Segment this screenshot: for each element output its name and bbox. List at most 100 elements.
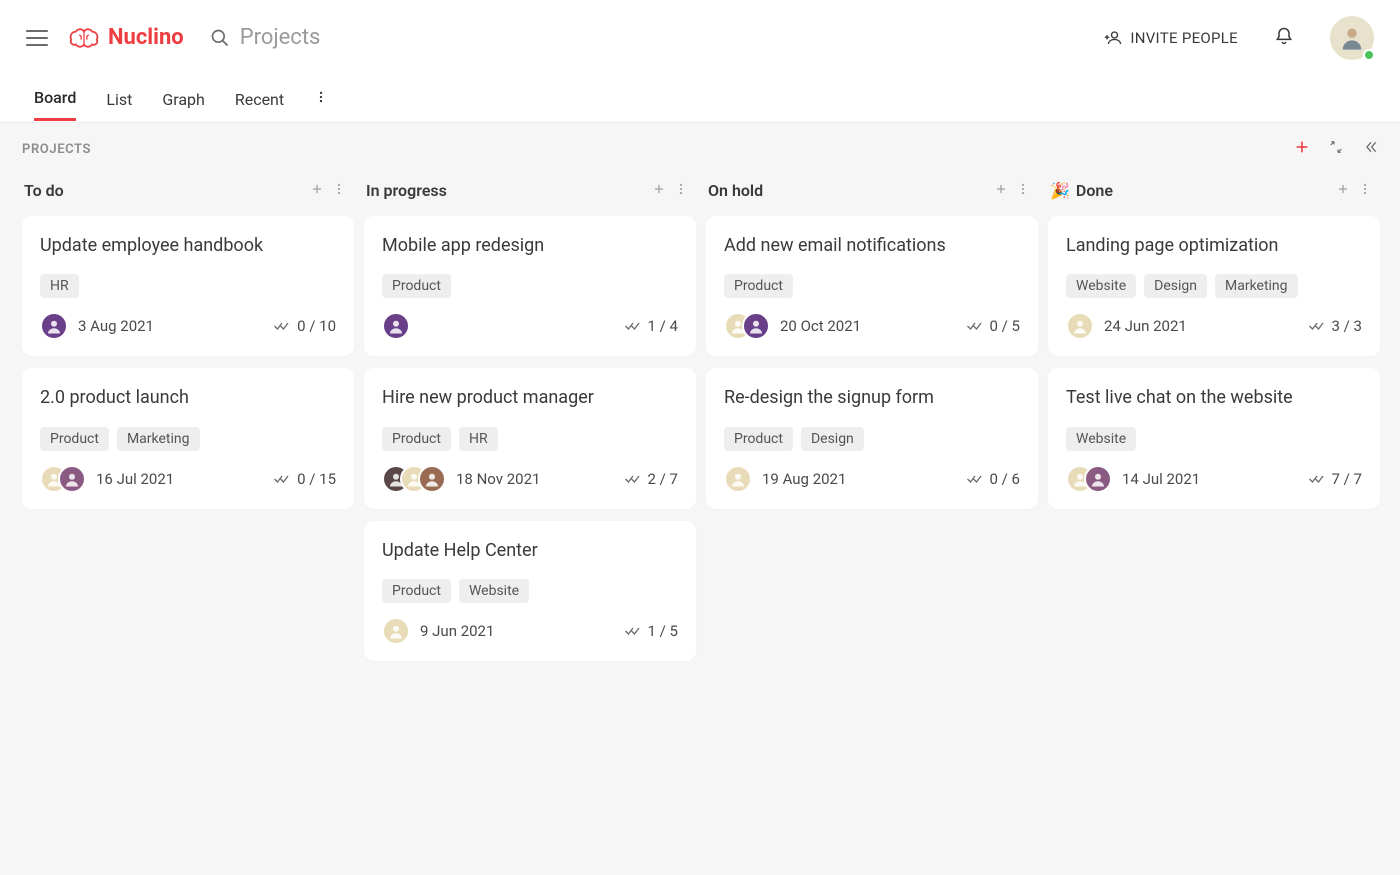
- card-title: Hire new product manager: [382, 386, 678, 410]
- dots-vertical-icon: [674, 182, 688, 196]
- invite-people-button[interactable]: INVITE PEOPLE: [1104, 29, 1238, 47]
- board-card[interactable]: Hire new product managerProductHR18 Nov …: [364, 368, 696, 508]
- card-tag: Website: [1066, 274, 1136, 298]
- column-title-text: On hold: [708, 181, 763, 200]
- card-tag: Product: [382, 274, 451, 298]
- card-progress-text: 0 / 10: [297, 317, 336, 335]
- user-avatar[interactable]: [1330, 16, 1374, 60]
- plus-icon: [652, 182, 666, 196]
- presence-indicator: [1363, 49, 1375, 61]
- column-title: In progress: [366, 181, 447, 200]
- card-tag: Product: [382, 579, 451, 603]
- column-add-card-button[interactable]: [990, 177, 1012, 204]
- person-add-icon: [1104, 29, 1122, 47]
- card-assignees: [40, 312, 68, 340]
- brand-logo[interactable]: Nuclino: [68, 25, 184, 51]
- card-tags: Product Design: [724, 427, 1020, 451]
- card-tag: Marketing: [117, 427, 200, 451]
- board-column: In progressMobile app redesignProduct1 /…: [364, 177, 696, 673]
- brand-name: Nuclino: [108, 25, 184, 50]
- card-progress: 0 / 15: [273, 470, 336, 488]
- card-date: 14 Jul 2021: [1122, 470, 1200, 488]
- assignee-avatar: [58, 465, 86, 493]
- tab-list[interactable]: List: [106, 78, 132, 120]
- card-footer: 18 Nov 2021 2 / 7: [382, 465, 678, 493]
- card-tags: ProductWebsite: [382, 579, 678, 603]
- column-more-button[interactable]: [328, 177, 350, 204]
- column-add-card-button[interactable]: [1332, 177, 1354, 204]
- card-tag: Product: [724, 427, 793, 451]
- add-column-button[interactable]: [1294, 139, 1310, 159]
- assignee-avatar: [742, 312, 770, 340]
- card-progress-text: 2 / 7: [648, 470, 679, 488]
- board-card[interactable]: Mobile app redesignProduct1 / 4: [364, 216, 696, 356]
- card-meta-left: [382, 312, 410, 340]
- card-meta-left: 19 Aug 2021: [724, 465, 846, 493]
- view-tabs: Board List Graph Recent: [0, 75, 1400, 123]
- checklist-icon: [624, 624, 642, 638]
- assignee-avatar: [40, 312, 68, 340]
- card-progress-text: 1 / 4: [648, 317, 679, 335]
- checklist-icon: [273, 472, 291, 486]
- board-header: PROJECTS: [22, 139, 1380, 159]
- card-title: Re-design the signup form: [724, 386, 1020, 410]
- column-header: In progress: [364, 177, 696, 216]
- card-tag: HR: [459, 427, 498, 451]
- card-meta-left: 14 Jul 2021: [1066, 465, 1200, 493]
- tab-recent[interactable]: Recent: [235, 78, 284, 120]
- card-date: 20 Oct 2021: [780, 317, 861, 335]
- board-actions: [1294, 139, 1380, 159]
- assignee-avatar: [382, 312, 410, 340]
- board-card[interactable]: Re-design the signup form Product Design 19…: [706, 368, 1038, 508]
- invite-label: INVITE PEOPLE: [1130, 29, 1238, 47]
- board-card[interactable]: Update employee handbookHR3 Aug 20210 / …: [22, 216, 354, 356]
- checklist-icon: [1308, 319, 1326, 333]
- board-card[interactable]: 2.0 product launchProductMarketing16 Jul…: [22, 368, 354, 508]
- card-progress: 3 / 3: [1308, 317, 1363, 335]
- checklist-icon: [1308, 472, 1326, 486]
- tab-board[interactable]: Board: [34, 76, 76, 121]
- board-card[interactable]: Update Help CenterProductWebsite9 Jun 20…: [364, 521, 696, 661]
- search-input[interactable]: Projects: [210, 25, 321, 50]
- column-header: 🎉Done: [1048, 177, 1380, 216]
- column-more-button[interactable]: [1012, 177, 1034, 204]
- assignee-avatar: [418, 465, 446, 493]
- column-add-card-button[interactable]: [648, 177, 670, 204]
- collapse-button[interactable]: [1328, 139, 1344, 159]
- card-title: 2.0 product launch: [40, 386, 336, 410]
- hamburger-menu-icon[interactable]: [26, 27, 48, 49]
- card-progress: 2 / 7: [624, 470, 679, 488]
- dots-vertical-icon: [1016, 182, 1030, 196]
- plus-icon: [1294, 139, 1310, 155]
- assignee-avatar: [1066, 312, 1094, 340]
- sidebar-collapse-button[interactable]: [1362, 139, 1380, 159]
- assignee-avatar: [724, 465, 752, 493]
- tab-graph[interactable]: Graph: [162, 78, 205, 120]
- column-more-button[interactable]: [1354, 177, 1376, 204]
- card-progress-text: 0 / 6: [990, 470, 1021, 488]
- card-assignees: [724, 465, 752, 493]
- checklist-icon: [624, 472, 642, 486]
- board-column: On hold Add new email notificationsProduc…: [706, 177, 1038, 673]
- brain-icon: [68, 25, 100, 51]
- card-tag: Marketing: [1215, 274, 1298, 298]
- card-date: 9 Jun 2021: [420, 622, 494, 640]
- card-footer: 20 Oct 20210 / 5: [724, 312, 1020, 340]
- card-footer: 16 Jul 20210 / 15: [40, 465, 336, 493]
- card-footer: 9 Jun 20211 / 5: [382, 617, 678, 645]
- column-add-card-button[interactable]: [306, 177, 328, 204]
- card-progress: 0 / 10: [273, 317, 336, 335]
- card-assignees: [382, 312, 410, 340]
- column-more-button[interactable]: [670, 177, 692, 204]
- card-footer: 3 Aug 20210 / 10: [40, 312, 336, 340]
- card-footer: 1 / 4: [382, 312, 678, 340]
- card-meta-left: 18 Nov 2021: [382, 465, 540, 493]
- board-card[interactable]: Landing page optimizationWebsiteDesignMa…: [1048, 216, 1380, 356]
- board-card[interactable]: Test live chat on the websiteWebsite14 J…: [1048, 368, 1380, 508]
- card-tag: Design: [801, 427, 864, 451]
- tabs-more-button[interactable]: [314, 89, 328, 108]
- board-area: PROJECTS To doUpdate employee handbookHR…: [0, 123, 1400, 875]
- board-card[interactable]: Add new email notificationsProduct20 Oct…: [706, 216, 1038, 356]
- card-assignees: [40, 465, 86, 493]
- notifications-button[interactable]: [1274, 25, 1294, 51]
